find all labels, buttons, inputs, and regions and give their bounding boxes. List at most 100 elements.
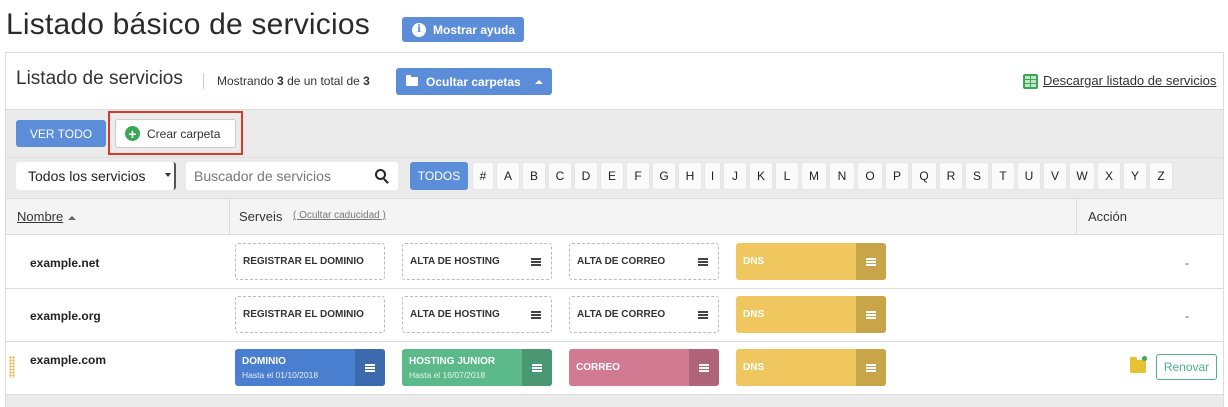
service-pill[interactable]: ALTA DE CORREO xyxy=(569,243,719,280)
letter-filter-b[interactable]: B xyxy=(522,162,546,190)
service-label: ALTA DE CORREO xyxy=(570,297,688,332)
service-type-select[interactable]: Todos los servicios xyxy=(16,162,176,190)
service-pill[interactable]: DOMINIO Hasta el 01/10/2018 xyxy=(235,349,385,386)
service-label: ALTA DE CORREO xyxy=(570,244,688,279)
service-pill[interactable]: DNS xyxy=(736,349,886,386)
service-menu-button[interactable] xyxy=(521,297,551,332)
service-menu-button[interactable] xyxy=(521,244,551,279)
sort-by-name-header[interactable]: Nombre xyxy=(17,209,77,224)
service-label: DOMINIO Hasta el 01/10/2018 xyxy=(235,349,355,386)
column-divider xyxy=(229,199,230,235)
service-label: REGISTRAR EL DOMINIO xyxy=(236,297,384,332)
letter-filter-c[interactable]: C xyxy=(548,162,572,190)
service-pill[interactable]: DNS xyxy=(736,243,886,280)
service-pill[interactable]: HOSTING JUNIOR Hasta el 16/07/2018 xyxy=(402,349,552,386)
letter-filter-hash[interactable]: # xyxy=(472,162,494,190)
letter-filter-s[interactable]: S xyxy=(965,162,989,190)
service-menu-button[interactable] xyxy=(522,349,552,386)
search-icon[interactable] xyxy=(375,169,386,180)
spreadsheet-icon[interactable] xyxy=(1023,74,1038,89)
hide-folders-label: Ocultar carpetas xyxy=(426,74,521,89)
service-menu-button[interactable] xyxy=(856,296,886,333)
service-menu-button[interactable] xyxy=(856,349,886,386)
letter-filter-e[interactable]: E xyxy=(600,162,624,190)
show-help-label: Mostrar ayuda xyxy=(433,22,516,37)
service-menu-button[interactable] xyxy=(688,244,718,279)
letter-filter-todos[interactable]: TODOS xyxy=(410,162,468,190)
showing-count: 3 xyxy=(277,74,284,88)
letter-filter-d[interactable]: D xyxy=(574,162,598,190)
service-name: ALTA DE CORREO xyxy=(577,256,666,267)
letter-filter-o[interactable]: O xyxy=(857,162,883,190)
domain-name[interactable]: example.net xyxy=(30,256,99,270)
service-pill[interactable]: ALTA DE HOSTING xyxy=(402,296,552,333)
letter-filter-v[interactable]: V xyxy=(1043,162,1067,190)
download-services-link[interactable]: Descargar listado de servicios xyxy=(1043,73,1216,88)
hide-folders-button[interactable]: Ocultar carpetas xyxy=(396,68,552,95)
letter-filter-z[interactable]: Z xyxy=(1149,162,1173,190)
service-name: DNS xyxy=(743,309,765,320)
letter-filter-g[interactable]: G xyxy=(652,162,676,190)
service-pill[interactable]: REGISTRAR EL DOMINIO xyxy=(235,243,385,280)
service-name: HOSTING JUNIOR xyxy=(409,355,496,367)
service-name: DNS xyxy=(743,362,765,373)
showing-total: 3 xyxy=(363,74,370,88)
letter-filter-q[interactable]: Q xyxy=(911,162,937,190)
move-to-folder-icon[interactable] xyxy=(1130,356,1147,373)
letter-filter-h[interactable]: H xyxy=(678,162,702,190)
letter-filter-l[interactable]: L xyxy=(775,162,799,190)
service-name: DOMINIO xyxy=(242,355,286,367)
service-label: DNS xyxy=(736,349,856,386)
service-pill[interactable]: DNS xyxy=(736,296,886,333)
hamburger-icon xyxy=(365,363,375,372)
column-divider xyxy=(1076,199,1077,235)
service-pill[interactable]: ALTA DE CORREO xyxy=(569,296,719,333)
service-search-input[interactable]: Buscador de servicios xyxy=(186,162,398,190)
service-menu-button[interactable] xyxy=(689,349,719,386)
table-footer xyxy=(6,395,1223,407)
drag-handle-icon[interactable] xyxy=(9,356,15,378)
letter-filter-a[interactable]: A xyxy=(496,162,520,190)
service-expiry: Hasta el 16/07/2018 xyxy=(409,369,486,380)
letter-filter-t[interactable]: T xyxy=(991,162,1015,190)
showing-prefix: Mostrando xyxy=(217,74,274,88)
ver-todo-button[interactable]: VER TODO xyxy=(16,120,106,147)
domain-name[interactable]: example.com xyxy=(30,353,106,367)
letter-filter-j[interactable]: J xyxy=(723,162,747,190)
letter-filter-k[interactable]: K xyxy=(749,162,773,190)
action-header: Acción xyxy=(1088,209,1128,224)
letter-filter-p[interactable]: P xyxy=(885,162,909,190)
service-menu-button[interactable] xyxy=(688,297,718,332)
domain-name[interactable]: example.org xyxy=(30,309,101,323)
letter-filter-i[interactable]: I xyxy=(704,162,721,190)
hamburger-icon xyxy=(698,257,708,266)
hamburger-icon xyxy=(531,310,541,319)
info-icon: i xyxy=(412,22,426,37)
letter-filter-x[interactable]: X xyxy=(1097,162,1121,190)
service-pill[interactable]: ALTA DE HOSTING xyxy=(402,243,552,280)
hamburger-icon xyxy=(699,363,709,372)
services-header: Serveis xyxy=(239,209,283,224)
service-pill[interactable]: CORREO xyxy=(569,349,719,386)
renew-button[interactable]: Renovar xyxy=(1156,354,1217,380)
letter-filter-r[interactable]: R xyxy=(939,162,963,190)
row-action: - xyxy=(1185,309,1189,323)
service-menu-button[interactable] xyxy=(355,349,385,386)
service-type-value: Todos los servicios xyxy=(28,168,146,184)
letter-filter-m[interactable]: M xyxy=(801,162,827,190)
letter-filter-f[interactable]: F xyxy=(626,162,650,190)
service-menu-button[interactable] xyxy=(856,243,886,280)
name-header-label: Nombre xyxy=(17,209,64,224)
hide-expiry-link[interactable]: ( Ocultar caducidad ) xyxy=(293,210,386,221)
header-divider xyxy=(203,73,204,89)
create-folder-button[interactable]: + Crear carpeta xyxy=(115,119,236,148)
show-help-button[interactable]: i Mostrar ayuda xyxy=(402,17,524,42)
letter-filter-u[interactable]: U xyxy=(1017,162,1041,190)
letter-filter-n[interactable]: N xyxy=(829,162,855,190)
hamburger-icon xyxy=(866,363,876,372)
letter-filter-y[interactable]: Y xyxy=(1123,162,1147,190)
service-pill[interactable]: REGISTRAR EL DOMINIO xyxy=(235,296,385,333)
hamburger-icon xyxy=(866,257,876,266)
service-name: ALTA DE CORREO xyxy=(577,309,666,320)
letter-filter-w[interactable]: W xyxy=(1069,162,1095,190)
